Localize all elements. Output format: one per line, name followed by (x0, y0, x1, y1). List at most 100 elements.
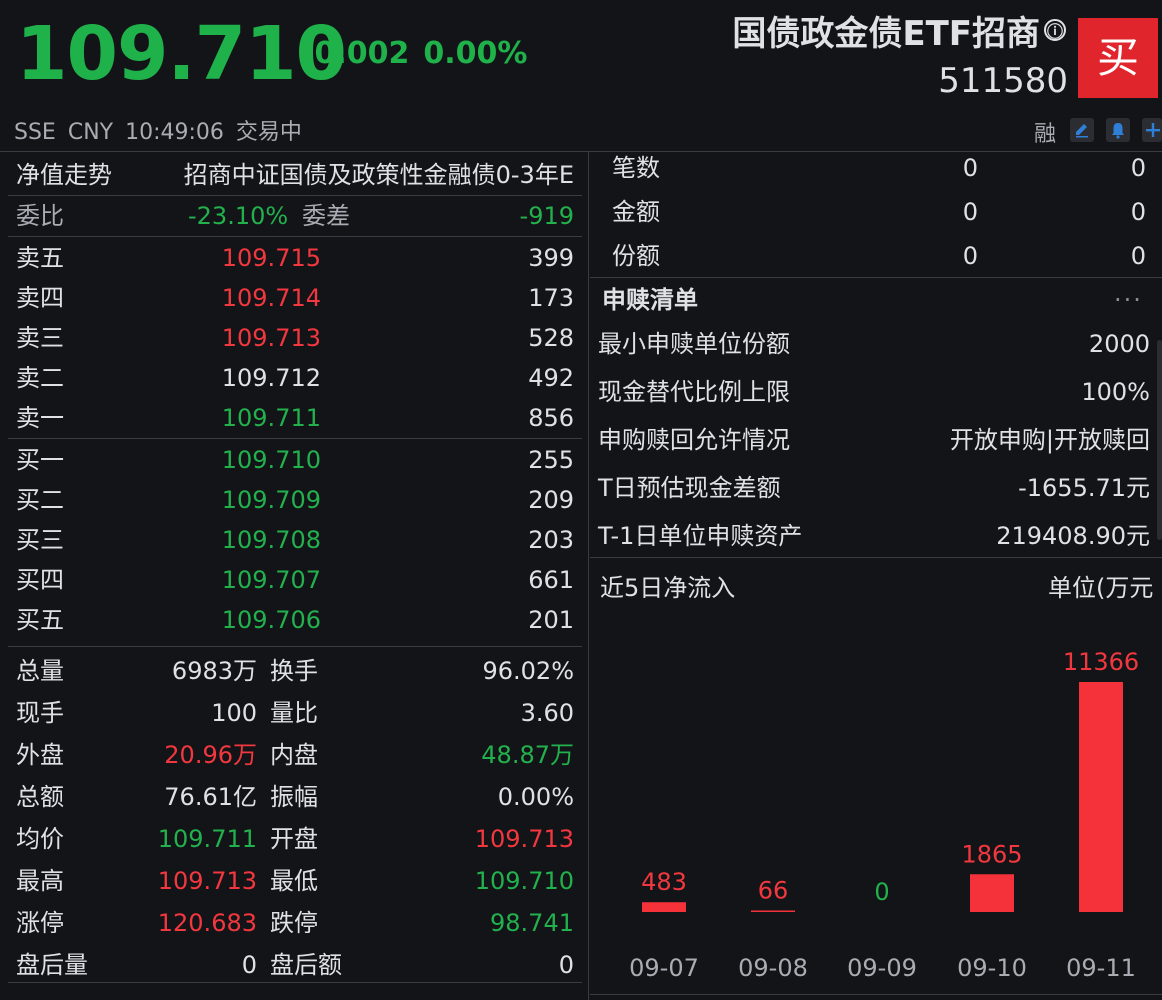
order-diff-value: -919 (519, 202, 574, 230)
bid-level-row[interactable]: 买三 109.708 203 (8, 520, 582, 560)
bar-value-label: 0 (874, 878, 889, 906)
stat-label: 总量 (16, 657, 64, 685)
info-icon[interactable]: ⓘ (1044, 18, 1066, 41)
divider (8, 438, 582, 439)
stat-label: 现手 (16, 699, 64, 727)
market-status-bar: SSE CNY 10:49:06 交易中 (14, 118, 314, 148)
stat-value: 98.741 (490, 909, 574, 937)
creation-item-value: 100% (1081, 378, 1150, 406)
stat-label: 振幅 (270, 783, 318, 811)
creation-item: T日预估现金差额 -1655.71元 (590, 464, 1150, 512)
stat-label: 盘后量 (16, 951, 88, 979)
edit-icon[interactable] (1070, 118, 1094, 142)
stat-row: 涨停 120.683 跌停 98.741 (8, 902, 582, 944)
stat-row: 均价 109.711 开盘 109.713 (8, 818, 582, 860)
ask-level-row[interactable]: 卖五 109.715 399 (8, 238, 582, 278)
stat-row: 总量 6983万 换手 96.02% (8, 650, 582, 692)
security-code: 511580 (938, 61, 1068, 101)
creation-item-label: 申购赎回允许情况 (598, 426, 790, 454)
bid-level-row[interactable]: 买四 109.707 661 (8, 560, 582, 600)
inflow-bar (970, 874, 1014, 912)
trade-label: 笔数 (612, 154, 660, 182)
creation-item-value: -1655.71元 (1018, 474, 1150, 502)
bid-level-row[interactable]: 买一 109.710 255 (8, 440, 582, 480)
security-title: 国债政金债ETF招商 ⓘ (732, 12, 1066, 56)
stat-label: 量比 (270, 699, 318, 727)
trade-value: 0 (1130, 198, 1146, 226)
stat-label: 均价 (16, 825, 64, 853)
stat-label: 涨停 (16, 909, 64, 937)
ask-volume: 492 (528, 364, 574, 392)
x-tick-label: 09-09 (847, 954, 917, 982)
ask-level-row[interactable]: 卖四 109.714 173 (8, 278, 582, 318)
creation-item-label: 现金替代比例上限 (598, 378, 790, 406)
bid-volume: 203 (528, 526, 574, 554)
trade-value: 0 (1130, 242, 1146, 270)
stat-value: 6983万 (171, 657, 257, 685)
ask-level-row[interactable]: 卖三 109.713 528 (8, 318, 582, 358)
order-book-panel: 净值走势 招商中证国债及政策性金融债0-3年E 委比 -23.10% 委差 -9… (8, 152, 582, 1000)
trade-status: 交易中 (235, 120, 302, 145)
bid-volume: 255 (528, 446, 574, 474)
nav-trend-link[interactable]: 净值走势 (16, 155, 112, 195)
creation-item-label: T日预估现金差额 (598, 474, 781, 502)
bar-value-label: 66 (758, 877, 789, 905)
creation-item: 现金替代比例上限 100% (590, 368, 1150, 416)
inflow-bar (642, 902, 686, 912)
stat-value: 96.02% (482, 657, 574, 685)
stat-value: 20.96万 (164, 741, 257, 769)
ask-volume: 173 (528, 284, 574, 312)
more-icon[interactable]: ··· (1114, 282, 1143, 318)
add-icon[interactable] (1142, 118, 1162, 142)
stat-row: 现手 100 量比 3.60 (8, 692, 582, 734)
creation-item-value: 219408.90元 (996, 522, 1150, 550)
bid-price: 109.709 (221, 486, 321, 514)
stat-label: 盘后额 (270, 951, 342, 979)
order-ratio-row: 委比 -23.10% 委差 -919 (8, 196, 582, 236)
last-price: 109.710 (16, 11, 347, 97)
price-change: -0.002 0.00% (302, 34, 541, 74)
trade-summary-row: 份额 0 0 (590, 234, 1162, 278)
stat-label: 最高 (16, 867, 64, 895)
x-tick-label: 09-11 (1066, 954, 1136, 982)
bell-icon[interactable] (1106, 118, 1130, 142)
stat-value: 0 (241, 951, 257, 979)
stat-value: 0.00% (497, 783, 574, 811)
stat-value: 3.60 (520, 699, 574, 727)
ask-price: 109.712 (221, 364, 321, 392)
creation-item-label: T-1日单位申赎资产 (598, 522, 803, 550)
stat-row: 外盘 20.96万 内盘 48.87万 (8, 734, 582, 776)
bid-level-row[interactable]: 买五 109.706 201 (8, 600, 582, 640)
stat-label: 跌停 (270, 909, 318, 937)
bid-price: 109.706 (221, 606, 321, 634)
stat-value: 100 (211, 699, 257, 727)
ask-price: 109.714 (221, 284, 321, 312)
trade-summary-row: 笔数 0 0 (590, 146, 1162, 190)
trade-value: 0 (962, 242, 978, 270)
order-ratio-value: -23.10% (188, 202, 289, 230)
buy-button[interactable]: 买 (1078, 18, 1158, 98)
bid-level-row[interactable]: 买二 109.709 209 (8, 480, 582, 520)
trade-label: 金额 (612, 198, 660, 226)
panel-divider (588, 152, 589, 1000)
stat-row: 盘后量 0 盘后额 0 (8, 944, 582, 986)
creation-item-label: 最小申赎单位份额 (598, 330, 790, 358)
stat-value: 109.713 (474, 825, 574, 853)
stat-label: 内盘 (270, 741, 318, 769)
bid-volume: 661 (528, 566, 574, 594)
quote-time: 10:49:06 (125, 120, 224, 145)
ask-level-row[interactable]: 卖二 109.712 492 (8, 358, 582, 398)
stat-row: 总额 76.61亿 振幅 0.00% (8, 776, 582, 818)
x-tick-label: 09-07 (629, 954, 699, 982)
bar-value-label: 1865 (961, 840, 1022, 868)
nav-row[interactable]: 净值走势 招商中证国债及政策性金融债0-3年E (8, 155, 582, 195)
inflow-bar (751, 910, 795, 912)
stat-value: 76.61亿 (164, 783, 257, 811)
security-name: 国债政金债ETF招商 (732, 14, 1040, 54)
ask-level-row[interactable]: 卖一 109.711 856 (8, 398, 582, 438)
bar-value-label: 11366 (1063, 648, 1139, 676)
divider (8, 646, 582, 647)
creation-item: T-1日单位申赎资产 219408.90元 (590, 512, 1150, 560)
trade-value: 0 (962, 154, 978, 182)
scrollbar[interactable] (1157, 340, 1162, 540)
